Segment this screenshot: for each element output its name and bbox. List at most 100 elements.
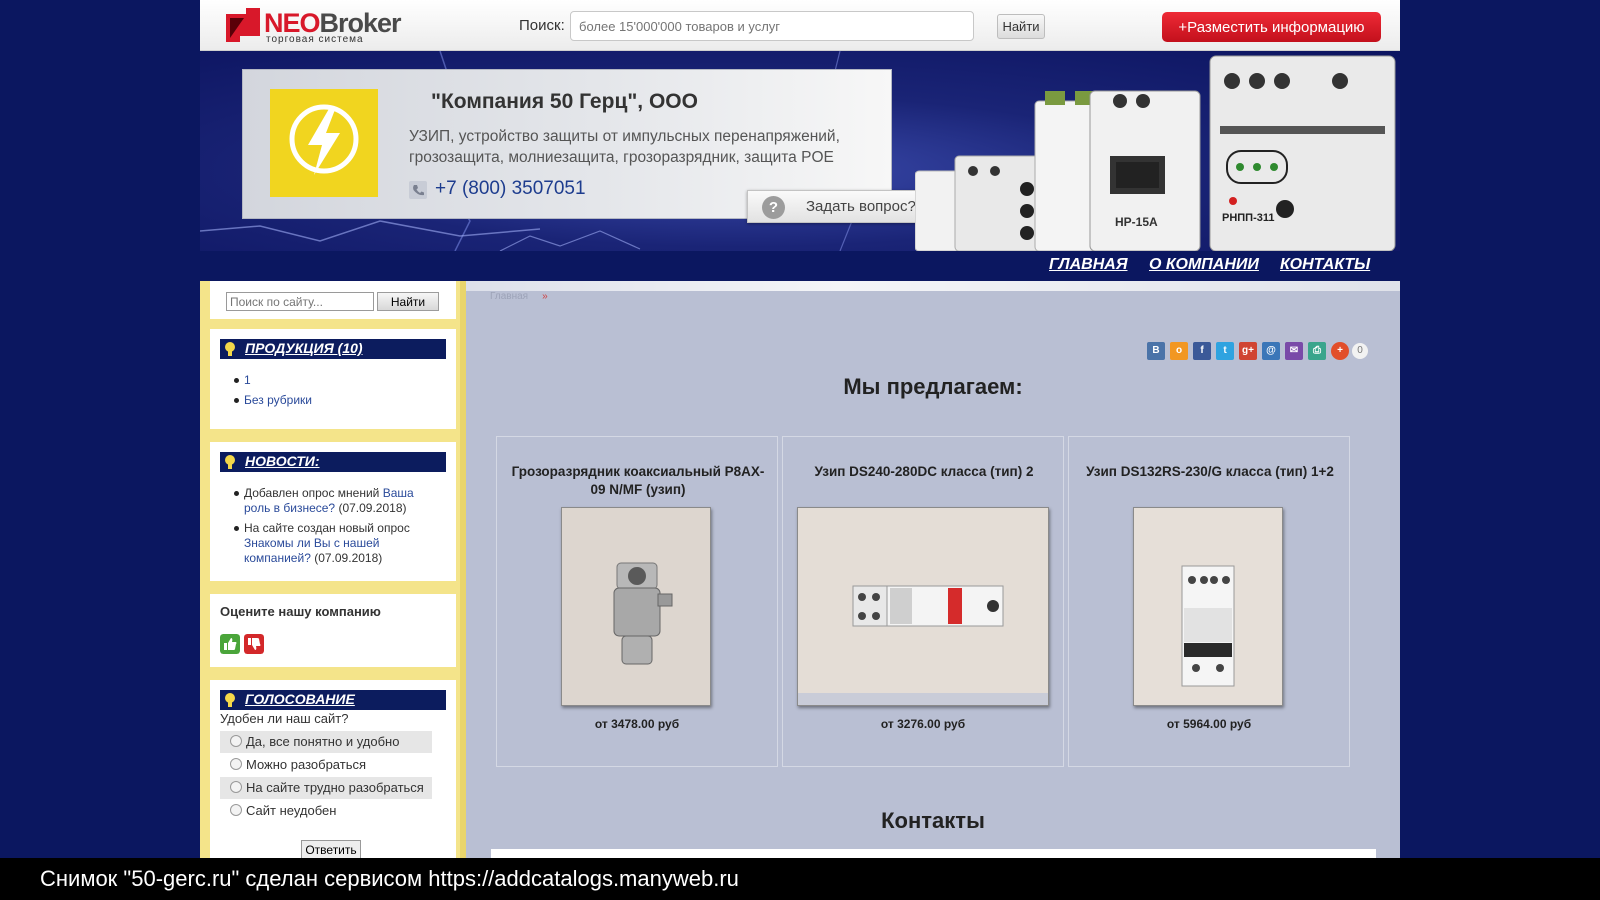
poll-option[interactable]: Можно разобраться [220,754,432,776]
product-image[interactable] [797,507,1049,706]
list-item[interactable]: Без рубрики [234,393,312,408]
site-search-input[interactable] [226,292,374,311]
product-card[interactable]: Узип DS240-280DC класса (тип) 2 от 3276.… [782,436,1064,767]
twitter-icon[interactable]: t [1216,342,1234,360]
radio-button[interactable] [230,781,242,793]
thumbs-up-icon[interactable] [220,634,240,654]
nav-about[interactable]: О КОМПАНИИ [1149,256,1259,274]
nav-contacts[interactable]: КОНТАКТЫ [1280,256,1370,274]
poll-submit-button[interactable]: Ответить [301,840,361,858]
radio-button[interactable] [230,735,242,747]
poll-option[interactable]: Сайт неудобен [220,800,432,822]
poll-box: ГОЛОСОВАНИЕ Удобен ли наш сайт? Да, все … [210,680,456,858]
news-title[interactable]: НОВОСТИ: [245,453,320,469]
lightbulb-icon [225,455,235,469]
site-search-box: Найти [210,281,456,319]
top-bar: NEOBroker торговая система Поиск: Найти … [200,0,1400,51]
phone-icon [409,181,427,199]
search-button[interactable]: Найти [997,14,1045,39]
company-info-card: "Компания 50 Герц", ООО УЗИП, устройство… [242,69,945,223]
device-label-2: РНПП-311 [1222,212,1275,224]
news-list: Добавлен опрос мнений Ваша роль в бизнес… [234,486,439,571]
poll-option-label: Сайт неудобен [246,803,337,818]
poll-option-label: Можно разобраться [246,757,367,772]
product-price: от 5964.00 руб [1166,717,1252,731]
breadcrumb: Главная » [490,291,548,302]
products-title[interactable]: ПРОДУКЦИЯ (10) [245,340,363,356]
post-info-button[interactable]: +Разместить информацию [1162,12,1381,42]
poll-option[interactable]: На сайте трудно разобраться [220,777,432,799]
ask-question-label: Задать вопрос? [806,198,916,215]
surge-protector-image [1134,508,1282,705]
logo-tagline: торговая система [266,34,364,45]
lightning-bolt-icon [289,104,359,175]
product-title[interactable]: Узип DS240-280DC класса (тип) 2 [793,463,1055,481]
rating-box: Оцените нашу компанию [210,594,456,667]
company-logo [270,89,378,197]
vk-icon[interactable]: В [1147,342,1165,360]
print-icon[interactable]: ⎙ [1308,342,1326,360]
lightbulb-icon [225,693,235,707]
products-header: ПРОДУКЦИЯ (10) [220,339,446,359]
product-image[interactable] [561,507,711,706]
category-link[interactable]: Без рубрики [244,393,312,407]
google-plus-icon[interactable]: g+ [1239,342,1257,360]
question-icon: ? [762,196,785,219]
thumbs-down-icon[interactable] [244,634,264,654]
offer-heading: Мы предлагаем: [843,374,1023,399]
company-banner: "Компания 50 Герц", ООО УЗИП, устройство… [200,51,1400,251]
breadcrumb-separator: » [542,291,548,302]
radio-button[interactable] [230,758,242,770]
product-card[interactable]: Узип DS132RS-230/G класса (тип) 1+2 от 5… [1068,436,1350,767]
main-nav: ГЛАВНАЯ О КОМПАНИИ КОНТАКТЫ [200,251,1400,281]
news-box: НОВОСТИ: Добавлен опрос мнений Ваша роль… [210,442,456,581]
main-content: Главная » В о f t g+ @ ✉ ⎙ + 0 Мы предлаг… [466,281,1400,858]
category-link[interactable]: 1 [244,373,251,387]
rating-title: Оцените нашу компанию [220,604,381,619]
more-icon[interactable]: + [1331,342,1349,360]
search-input[interactable] [570,11,974,41]
mail-ru-icon[interactable]: @ [1262,342,1280,360]
caption-bar: Снимок "50-gerc.ru" сделан сервисом http… [0,858,1600,900]
news-text: Добавлен опрос мнений [244,486,383,500]
contacts-panel [491,849,1376,858]
contacts-heading: Контакты [881,808,985,833]
sidebar: Найти ПРОДУКЦИЯ (10) 1 Без рубрики НОВОС… [200,281,466,858]
email-icon[interactable]: ✉ [1285,342,1303,360]
nav-home[interactable]: ГЛАВНАЯ [1049,256,1127,274]
search-label: Поиск: [519,17,565,34]
screenshot-caption: Снимок "50-gerc.ru" сделан сервисом http… [40,866,739,891]
news-date: (07.09.2018) [335,501,407,515]
poll-header: ГОЛОСОВАНИЕ [220,690,446,710]
surge-protector-image [798,508,1048,705]
page: NEOBroker торговая система Поиск: Найти … [200,0,1400,858]
poll-option[interactable]: Да, все понятно и удобно [220,731,432,753]
device-label-1: НР-15А [1115,215,1158,229]
list-item[interactable]: 1 [234,373,312,388]
company-description: УЗИП, устройство защиты от импульсных пе… [409,128,840,166]
product-image[interactable] [1133,507,1283,706]
protection-devices-image: НР-15А РНПП-311 [915,55,1396,251]
products-box: ПРОДУКЦИЯ (10) 1 Без рубрики [210,329,456,429]
poll-option-label: На сайте трудно разобраться [246,780,424,795]
product-price: от 3478.00 руб [594,717,680,731]
poll-question: Удобен ли наш сайт? [220,711,349,726]
radio-button[interactable] [230,804,242,816]
product-title[interactable]: Узип DS132RS-230/G класса (тип) 1+2 [1079,463,1341,481]
odnoklassniki-icon[interactable]: о [1170,342,1188,360]
news-item: На сайте создан новый опрос Знакомы ли В… [234,521,439,566]
news-text: На сайте создан новый опрос [244,521,410,535]
logo-mark-icon [226,8,260,42]
breadcrumb-home[interactable]: Главная [490,291,528,302]
company-phone[interactable]: +7 (800) 3507051 [435,178,586,200]
poll-title[interactable]: ГОЛОСОВАНИЕ [245,691,355,707]
poll-option-label: Да, все понятно и удобно [246,734,400,749]
news-date: (07.09.2018) [310,551,383,565]
site-search-button[interactable]: Найти [377,292,439,311]
product-card[interactable]: Грозоразрядник коаксиальный P8AX-09 N/MF… [496,436,778,767]
product-title[interactable]: Грозоразрядник коаксиальный P8AX-09 N/MF… [507,463,769,499]
lightbulb-icon [225,342,235,356]
neobroker-logo[interactable]: NEOBroker торговая система [226,8,402,45]
facebook-icon[interactable]: f [1193,342,1211,360]
news-header: НОВОСТИ: [220,452,446,472]
